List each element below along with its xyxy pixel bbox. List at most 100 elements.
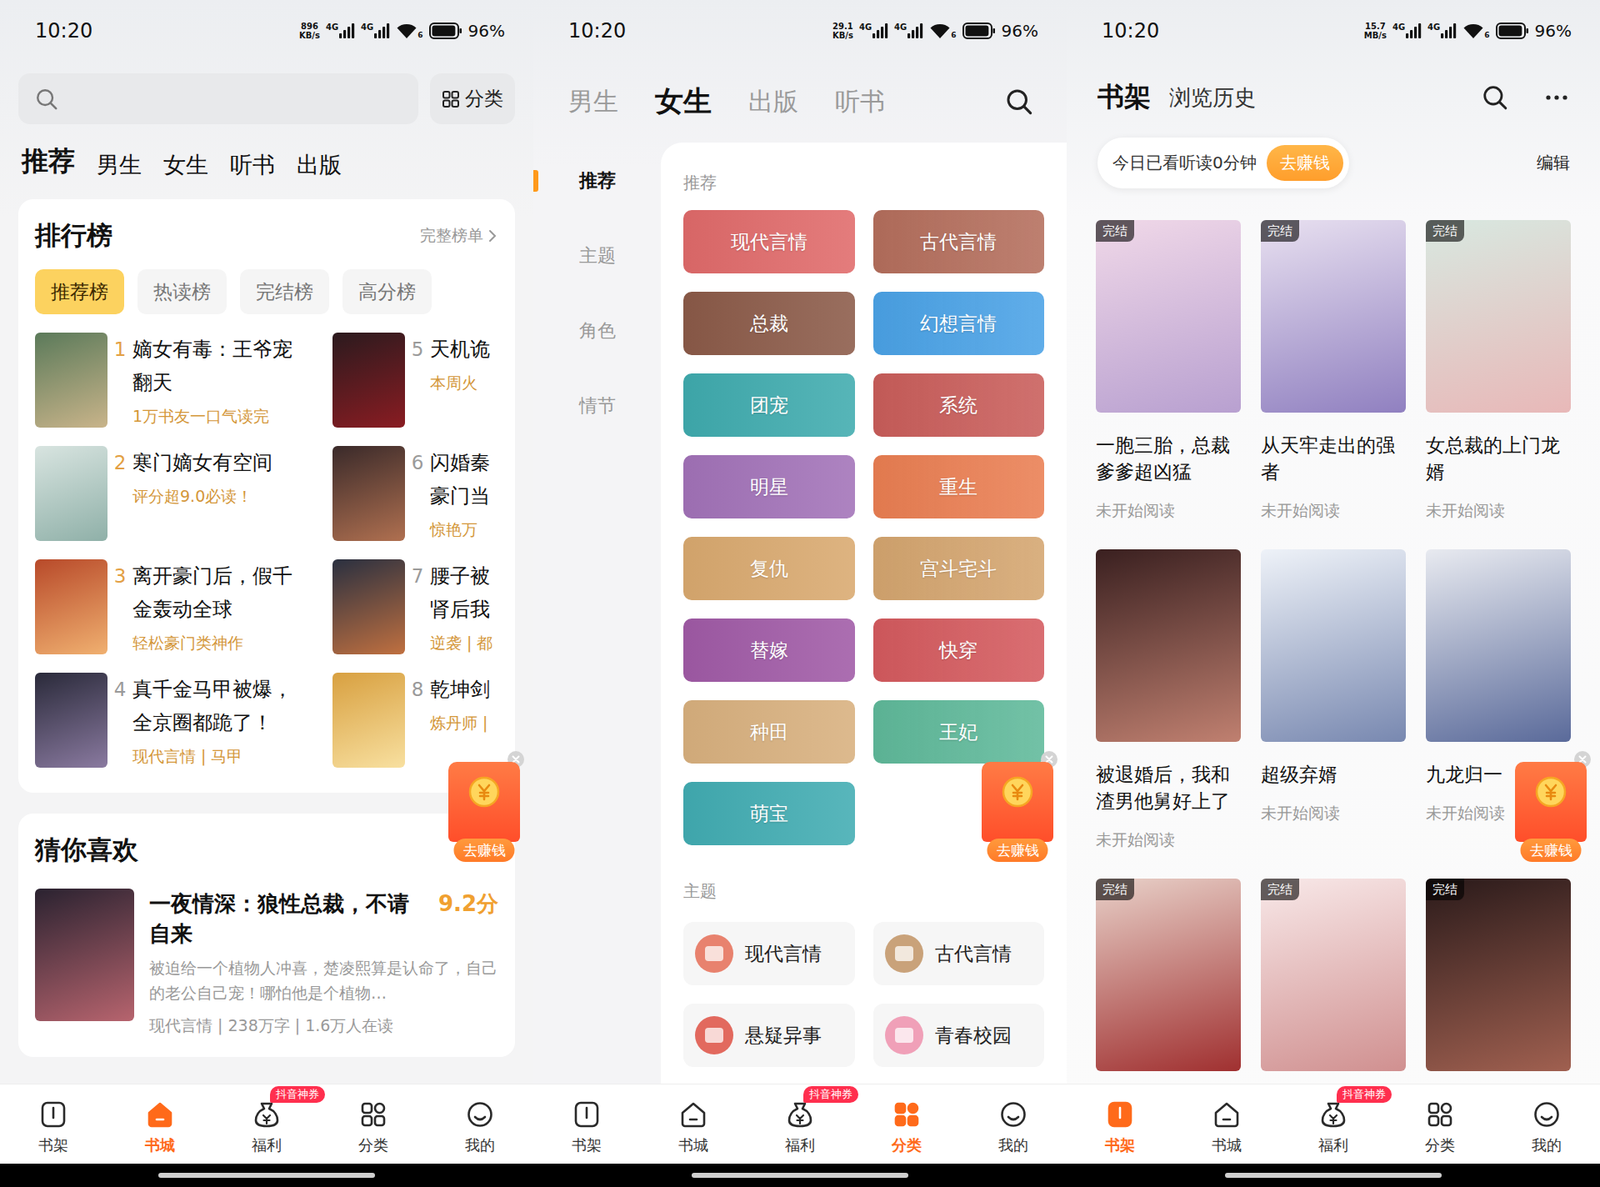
- bookshelf-icon[interactable]: [570, 1097, 604, 1131]
- category-tile[interactable]: 重生: [873, 455, 1045, 519]
- nav-item[interactable]: 福利抖音神券: [213, 1084, 320, 1164]
- ranking-chip[interactable]: 高分榜: [342, 269, 432, 315]
- book-cover[interactable]: 完结: [1095, 220, 1241, 413]
- recommend-item[interactable]: 一夜情深：狼性总裁，不请自来9.2分被迫给一个植物人冲喜，楚凌熙算是认命了，自己…: [35, 888, 499, 1037]
- nav-label[interactable]: 分类: [358, 1135, 389, 1155]
- theme-label[interactable]: 现代言情: [745, 940, 822, 967]
- rank-book-title[interactable]: 天机诡: [430, 332, 499, 366]
- shelf-book-title[interactable]: 一胞三胎，总裁爹爹超凶猛: [1095, 431, 1241, 485]
- ranking-item[interactable]: 3离开豪门后，假千金轰动全球轻松豪门类神作: [35, 559, 313, 660]
- nav-item[interactable]: 福利抖音神券: [746, 1084, 854, 1164]
- category-tile[interactable]: 古代言情: [873, 210, 1045, 274]
- nav-label[interactable]: 书城: [1211, 1135, 1242, 1155]
- ranking-item[interactable]: 5天机诡本周火: [332, 332, 499, 433]
- home-icon[interactable]: [676, 1097, 710, 1131]
- home-icon[interactable]: [143, 1097, 177, 1131]
- book-cover[interactable]: [332, 672, 405, 768]
- full-ranking-label[interactable]: 完整榜单: [420, 225, 484, 247]
- book-cover[interactable]: [35, 332, 108, 428]
- nav-item[interactable]: 书架: [0, 1084, 107, 1164]
- nav-label[interactable]: 我的: [998, 1135, 1029, 1155]
- nav-label[interactable]: 书架: [571, 1135, 602, 1155]
- ranking-chip[interactable]: 完结榜: [240, 269, 330, 315]
- book-cover[interactable]: [35, 445, 108, 541]
- shelf-book[interactable]: 完结一胞三胎，总裁爹爹超凶猛未开始阅读: [1095, 220, 1241, 522]
- recommend-book-title[interactable]: 一夜情深：狼性总裁，不请自来: [149, 888, 429, 949]
- rank-book-title[interactable]: 真千金马甲被爆，全京圈都跪了！: [132, 672, 300, 740]
- shelf-book[interactable]: 被退婚后，我和渣男他舅好上了未开始阅读: [1095, 549, 1241, 851]
- rank-book-title[interactable]: 嫡女有毒：王爷宠翻天: [132, 332, 300, 400]
- shelf-book[interactable]: 完结从天牢走出的强者未开始阅读: [1260, 220, 1406, 522]
- rank-book-title[interactable]: 闪婚秦豪门当: [430, 445, 499, 513]
- category-tile[interactable]: 幻想言情: [873, 291, 1045, 355]
- category-tile[interactable]: 快穿: [873, 618, 1045, 682]
- search-field[interactable]: [18, 73, 419, 125]
- book-cover[interactable]: [1425, 549, 1571, 742]
- shelf-book[interactable]: 完结: [1425, 878, 1571, 1071]
- theme-chip[interactable]: 青春校园: [873, 1003, 1045, 1067]
- bookshelf-tab[interactable]: 浏览历史: [1169, 83, 1256, 113]
- sidebar-item[interactable]: 推荐: [533, 162, 661, 200]
- category-tile[interactable]: 总裁: [683, 291, 855, 355]
- profile-icon[interactable]: [463, 1097, 497, 1131]
- sidebar-item[interactable]: 主题: [533, 237, 661, 275]
- rank-book-title[interactable]: 乾坤剑: [430, 672, 499, 706]
- home-indicator[interactable]: [1225, 1172, 1442, 1178]
- home-indicator[interactable]: [158, 1172, 375, 1178]
- category-button[interactable]: 分类: [430, 73, 515, 125]
- home-indicator[interactable]: [691, 1172, 909, 1178]
- book-cover[interactable]: [332, 559, 405, 655]
- category-button-label[interactable]: 分类: [465, 85, 504, 112]
- book-cover[interactable]: [35, 559, 108, 655]
- category-tile[interactable]: 王妃: [873, 700, 1045, 764]
- search-icon[interactable]: [1481, 84, 1509, 111]
- home-icon[interactable]: [1210, 1097, 1244, 1131]
- category-tile[interactable]: 明星: [683, 455, 855, 519]
- nav-item[interactable]: 书架: [1066, 1084, 1174, 1164]
- gender-tab[interactable]: 听书: [835, 85, 885, 120]
- channel-tab[interactable]: 听书: [230, 150, 275, 180]
- nav-label[interactable]: 福利: [1318, 1135, 1349, 1155]
- theme-label[interactable]: 悬疑异事: [745, 1022, 822, 1049]
- bookshelf-icon[interactable]: [1103, 1097, 1137, 1131]
- ranking-chip[interactable]: 推荐榜: [35, 269, 125, 315]
- category-icon[interactable]: [890, 1097, 924, 1131]
- book-cover[interactable]: [1095, 549, 1241, 742]
- book-cover[interactable]: 完结: [1260, 878, 1406, 1071]
- ranking-chip[interactable]: 热读榜: [137, 269, 227, 315]
- theme-chip[interactable]: 古代言情: [873, 921, 1045, 985]
- nav-item[interactable]: 分类: [1386, 1084, 1494, 1164]
- sidebar-item[interactable]: 情节: [533, 387, 661, 425]
- ranking-item[interactable]: 6闪婚秦豪门当惊艳万: [332, 445, 499, 546]
- category-tile[interactable]: 替嫁: [683, 618, 855, 682]
- profile-icon[interactable]: [1530, 1097, 1564, 1131]
- nav-item[interactable]: 我的: [960, 1084, 1067, 1164]
- shelf-book-title[interactable]: 从天牢走出的强者: [1260, 431, 1406, 485]
- earn-label[interactable]: 去赚钱: [987, 838, 1049, 862]
- profile-icon[interactable]: [996, 1097, 1030, 1131]
- ranking-item[interactable]: 4真千金马甲被爆，全京圈都跪了！现代言情 | 马甲: [35, 672, 313, 773]
- shelf-book-title[interactable]: 女总裁的上门龙婿: [1425, 431, 1571, 485]
- earn-widget[interactable]: 去赚钱: [1515, 750, 1587, 862]
- nav-label[interactable]: 书城: [145, 1135, 175, 1155]
- earn-label[interactable]: 去赚钱: [454, 838, 515, 862]
- rank-book-title[interactable]: 离开豪门后，假千金轰动全球: [132, 559, 300, 626]
- gender-tab[interactable]: 女生: [655, 82, 712, 121]
- nav-label[interactable]: 书架: [38, 1135, 69, 1155]
- nav-label[interactable]: 我的: [1531, 1135, 1562, 1155]
- nav-label[interactable]: 书架: [1105, 1135, 1135, 1155]
- earn-widget[interactable]: 去赚钱: [981, 750, 1054, 862]
- book-cover[interactable]: 完结: [1425, 220, 1571, 413]
- category-tile[interactable]: 种田: [683, 700, 855, 764]
- category-icon[interactable]: [356, 1097, 390, 1131]
- rank-book-title[interactable]: 寒门嫡女有空间: [132, 445, 300, 480]
- nav-item[interactable]: 书城: [640, 1084, 747, 1164]
- search-icon[interactable]: [35, 87, 59, 111]
- more-icon[interactable]: [1543, 84, 1570, 111]
- gender-tab[interactable]: 男生: [568, 85, 619, 120]
- red-envelope[interactable]: [448, 761, 520, 842]
- nav-item[interactable]: 福利抖音神券: [1280, 1084, 1387, 1164]
- money-bag-icon[interactable]: [783, 1097, 817, 1131]
- ranking-item[interactable]: 1嫡女有毒：王爷宠翻天1万书友一口气读完: [35, 332, 313, 433]
- book-cover[interactable]: [1260, 549, 1406, 742]
